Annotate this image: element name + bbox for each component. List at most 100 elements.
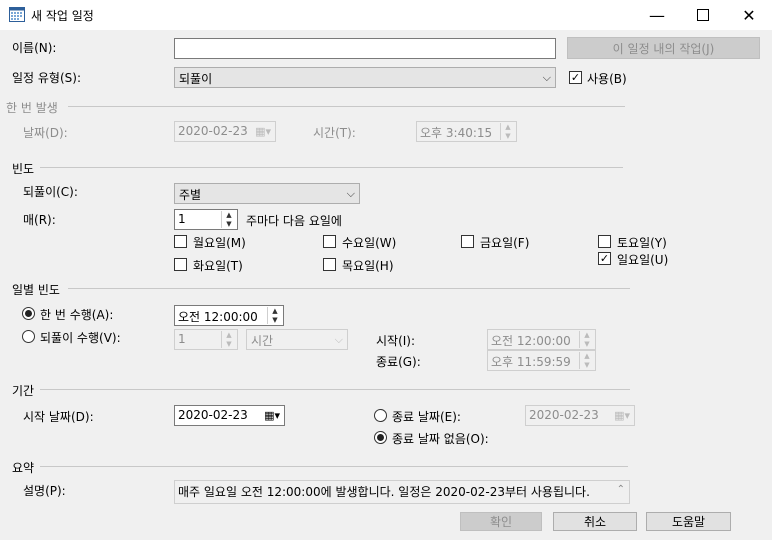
every-weeks-suffix: 주마다 다음 요일에 bbox=[246, 214, 342, 228]
no-end-date-radio[interactable] bbox=[374, 431, 387, 444]
help-button[interactable]: 도움말 bbox=[646, 512, 731, 531]
chevron-down-icon: ⌵ bbox=[334, 333, 343, 346]
chevron-down-icon: ⌵ bbox=[346, 187, 355, 200]
close-button[interactable]: ✕ bbox=[726, 0, 772, 30]
spinner-arrows-icon: ▲ ▼ bbox=[221, 211, 236, 228]
end-time-value: 오후 11:59:59 bbox=[491, 355, 571, 369]
occurs-select[interactable]: 주별 ⌵ bbox=[174, 183, 360, 204]
occurs-every-radio[interactable] bbox=[22, 330, 35, 343]
chevron-down-icon: ⌵ bbox=[542, 71, 551, 84]
schedule-type-label: 일정 유형(S): bbox=[12, 71, 81, 85]
ok-button[interactable]: 확인 bbox=[460, 512, 542, 531]
spinner-arrows-icon: ▲ ▼ bbox=[267, 307, 282, 324]
summary-group-label: 요약 bbox=[12, 461, 35, 475]
spinner-arrows-icon: ▲ ▼ bbox=[500, 123, 515, 140]
no-end-date-label: 종료 날짜 없음(O): bbox=[392, 432, 489, 446]
close-icon: ✕ bbox=[742, 5, 756, 25]
every-weeks-spinner[interactable]: 1 ▲ ▼ bbox=[174, 209, 238, 230]
one-time-time-value: 오후 3:40:15 bbox=[420, 126, 493, 140]
occurs-label: 되풀이(C): bbox=[23, 185, 78, 199]
start-date-picker[interactable]: 2020-02-23 ▦▾ bbox=[174, 405, 285, 426]
daily-frequency-group-label: 일별 빈도 bbox=[12, 283, 60, 297]
end-time-label: 종료(G): bbox=[376, 355, 421, 369]
one-time-date-picker[interactable]: 2020-02-23 ▦▾ bbox=[174, 121, 276, 142]
end-date-value: 2020-02-23 bbox=[529, 408, 599, 422]
jobs-in-schedule-button[interactable]: 이 일정 내의 작업(J) bbox=[567, 37, 760, 59]
radio-selected-icon bbox=[25, 310, 32, 317]
thursday-checkbox[interactable] bbox=[323, 258, 336, 271]
one-time-time-spinner[interactable]: 오후 3:40:15 ▲ ▼ bbox=[416, 121, 517, 142]
occurs-value: 주별 bbox=[179, 188, 202, 202]
schedule-type-select[interactable]: 되풀이 ⌵ bbox=[174, 67, 556, 88]
sunday-label: 일요일(U) bbox=[617, 253, 669, 267]
monday-checkbox[interactable] bbox=[174, 235, 187, 248]
occurs-every-spinner[interactable]: 1 ▲ ▼ bbox=[174, 329, 238, 350]
title-bar: 새 작업 일정 — ✕ bbox=[0, 0, 772, 30]
group-divider bbox=[40, 389, 630, 390]
tuesday-label: 화요일(T) bbox=[193, 259, 243, 273]
maximize-button[interactable] bbox=[680, 0, 726, 30]
end-time-spinner[interactable]: 오후 11:59:59 ▲ ▼ bbox=[487, 350, 596, 371]
monday-label: 월요일(M) bbox=[193, 236, 246, 250]
end-date-picker[interactable]: 2020-02-23 ▦▾ bbox=[525, 405, 635, 426]
occurs-once-label: 한 번 수행(A): bbox=[40, 308, 114, 322]
frequency-group-label: 빈도 bbox=[12, 162, 35, 176]
tuesday-checkbox[interactable] bbox=[174, 258, 187, 271]
start-time-label: 시작(I): bbox=[376, 334, 416, 348]
wednesday-checkbox[interactable] bbox=[323, 235, 336, 248]
name-label: 이름(N): bbox=[12, 41, 57, 55]
one-time-group-label: 한 번 발생 bbox=[6, 101, 58, 115]
enabled-checkbox[interactable]: ✓ bbox=[569, 71, 582, 84]
spinner-arrows-icon: ▲ ▼ bbox=[579, 352, 594, 369]
group-divider bbox=[68, 106, 625, 107]
one-time-date-value: 2020-02-23 bbox=[178, 124, 248, 138]
group-divider bbox=[40, 466, 628, 467]
occurs-every-unit-select[interactable]: 시간 ⌵ bbox=[246, 329, 348, 350]
duration-group-label: 기간 bbox=[12, 384, 35, 398]
cancel-button[interactable]: 취소 bbox=[553, 512, 637, 531]
one-time-time-label: 시간(T): bbox=[313, 126, 356, 140]
scroll-up-icon[interactable]: ⌃ bbox=[617, 484, 625, 495]
calendar-icon bbox=[9, 7, 25, 22]
description-label: 설명(P): bbox=[23, 484, 66, 498]
spinner-arrows-icon: ▲ ▼ bbox=[579, 331, 594, 348]
every-weeks-label: 매(R): bbox=[23, 213, 56, 227]
group-divider bbox=[40, 167, 623, 168]
name-input[interactable] bbox=[174, 38, 556, 59]
minimize-button[interactable]: — bbox=[634, 0, 680, 30]
radio-selected-icon bbox=[377, 434, 384, 441]
enabled-label: 사용(B) bbox=[587, 72, 627, 86]
occurs-once-time-spinner[interactable]: 오전 12:00:00 ▲ ▼ bbox=[174, 305, 284, 326]
sunday-checkbox[interactable]: ✓ bbox=[598, 252, 611, 265]
occurs-every-unit-value: 시간 bbox=[251, 334, 274, 348]
occurs-once-time-value: 오전 12:00:00 bbox=[178, 310, 258, 324]
occurs-once-radio[interactable] bbox=[22, 307, 35, 320]
schedule-type-value: 되풀이 bbox=[179, 72, 213, 86]
friday-label: 금요일(F) bbox=[480, 236, 530, 250]
saturday-label: 토요일(Y) bbox=[617, 236, 667, 250]
calendar-dropdown-icon: ▦▾ bbox=[614, 409, 630, 422]
occurs-every-label: 되풀이 수행(V): bbox=[40, 331, 121, 345]
friday-checkbox[interactable] bbox=[461, 235, 474, 248]
thursday-label: 목요일(H) bbox=[342, 259, 394, 273]
start-time-spinner[interactable]: 오전 12:00:00 ▲ ▼ bbox=[487, 329, 596, 350]
description-textarea[interactable]: 매주 일요일 오전 12:00:00에 발생합니다. 일정은 2020-02-2… bbox=[174, 480, 630, 504]
end-date-radio[interactable] bbox=[374, 409, 387, 422]
end-date-label: 종료 날짜(E): bbox=[392, 410, 461, 424]
maximize-icon bbox=[697, 9, 709, 21]
calendar-dropdown-icon: ▦▾ bbox=[255, 125, 271, 138]
one-time-date-label: 날짜(D): bbox=[23, 126, 68, 140]
spinner-arrows-icon: ▲ ▼ bbox=[221, 331, 236, 348]
check-icon: ✓ bbox=[599, 252, 610, 265]
minimize-icon: — bbox=[649, 5, 665, 25]
group-divider bbox=[68, 288, 630, 289]
wednesday-label: 수요일(W) bbox=[342, 236, 397, 250]
check-icon: ✓ bbox=[570, 71, 581, 84]
start-date-value: 2020-02-23 bbox=[178, 408, 248, 422]
start-date-label: 시작 날짜(D): bbox=[23, 410, 94, 424]
saturday-checkbox[interactable] bbox=[598, 235, 611, 248]
occurs-every-value: 1 bbox=[178, 332, 186, 346]
description-value: 매주 일요일 오전 12:00:00에 발생합니다. 일정은 2020-02-2… bbox=[178, 485, 590, 499]
every-weeks-value: 1 bbox=[178, 212, 186, 226]
start-time-value: 오전 12:00:00 bbox=[491, 334, 571, 348]
